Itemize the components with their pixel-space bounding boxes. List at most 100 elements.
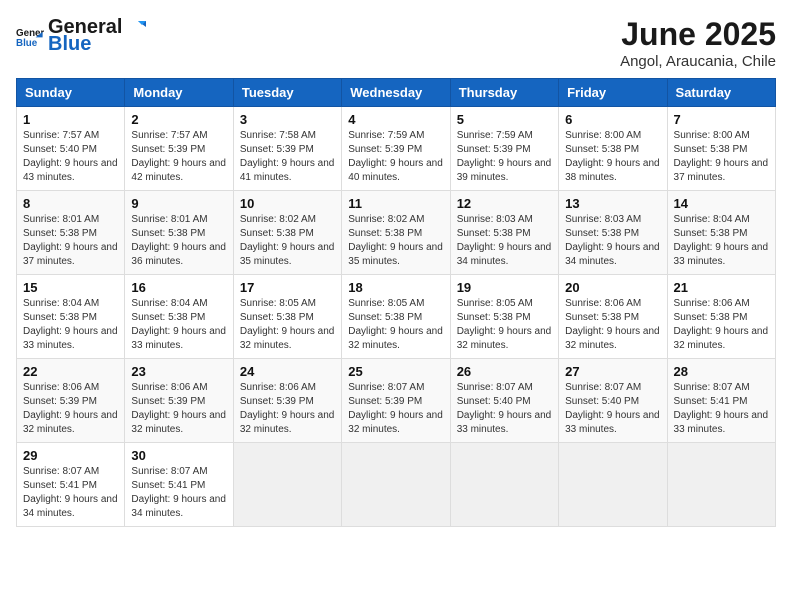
day-header-wednesday: Wednesday bbox=[342, 79, 450, 107]
day-info: Sunrise: 8:06 AM Sunset: 5:38 PM Dayligh… bbox=[674, 297, 769, 353]
day-info: Sunrise: 8:00 AM Sunset: 5:38 PM Dayligh… bbox=[565, 129, 660, 185]
calendar-subtitle: Angol, Araucania, Chile bbox=[620, 53, 776, 70]
day-info: Sunrise: 8:06 AM Sunset: 5:38 PM Dayligh… bbox=[565, 297, 660, 353]
calendar-week-1: 1 Sunrise: 7:57 AM Sunset: 5:40 PM Dayli… bbox=[17, 107, 776, 191]
day-info: Sunrise: 8:01 AM Sunset: 5:38 PM Dayligh… bbox=[131, 213, 226, 269]
calendar-cell: 14 Sunrise: 8:04 AM Sunset: 5:38 PM Dayl… bbox=[667, 191, 775, 275]
calendar-cell: 26 Sunrise: 8:07 AM Sunset: 5:40 PM Dayl… bbox=[450, 359, 558, 443]
calendar-header-row: SundayMondayTuesdayWednesdayThursdayFrid… bbox=[17, 79, 776, 107]
calendar-cell: 12 Sunrise: 8:03 AM Sunset: 5:38 PM Dayl… bbox=[450, 191, 558, 275]
day-info: Sunrise: 8:05 AM Sunset: 5:38 PM Dayligh… bbox=[240, 297, 335, 353]
calendar-week-5: 29 Sunrise: 8:07 AM Sunset: 5:41 PM Dayl… bbox=[17, 443, 776, 527]
day-number: 12 bbox=[457, 196, 552, 211]
day-number: 14 bbox=[674, 196, 769, 211]
calendar-table: SundayMondayTuesdayWednesdayThursdayFrid… bbox=[16, 78, 776, 527]
day-header-friday: Friday bbox=[559, 79, 667, 107]
calendar-cell: 3 Sunrise: 7:58 AM Sunset: 5:39 PM Dayli… bbox=[233, 107, 341, 191]
day-info: Sunrise: 8:04 AM Sunset: 5:38 PM Dayligh… bbox=[674, 213, 769, 269]
day-info: Sunrise: 8:02 AM Sunset: 5:38 PM Dayligh… bbox=[348, 213, 443, 269]
day-number: 30 bbox=[131, 448, 226, 463]
calendar-cell: 7 Sunrise: 8:00 AM Sunset: 5:38 PM Dayli… bbox=[667, 107, 775, 191]
calendar-cell: 10 Sunrise: 8:02 AM Sunset: 5:38 PM Dayl… bbox=[233, 191, 341, 275]
calendar-cell: 18 Sunrise: 8:05 AM Sunset: 5:38 PM Dayl… bbox=[342, 275, 450, 359]
day-header-sunday: Sunday bbox=[17, 79, 125, 107]
calendar-cell: 23 Sunrise: 8:06 AM Sunset: 5:39 PM Dayl… bbox=[125, 359, 233, 443]
day-number: 9 bbox=[131, 196, 226, 211]
day-header-thursday: Thursday bbox=[450, 79, 558, 107]
calendar-cell: 1 Sunrise: 7:57 AM Sunset: 5:40 PM Dayli… bbox=[17, 107, 125, 191]
day-number: 10 bbox=[240, 196, 335, 211]
day-number: 17 bbox=[240, 280, 335, 295]
day-info: Sunrise: 8:07 AM Sunset: 5:41 PM Dayligh… bbox=[23, 465, 118, 521]
day-number: 18 bbox=[348, 280, 443, 295]
day-info: Sunrise: 8:03 AM Sunset: 5:38 PM Dayligh… bbox=[565, 213, 660, 269]
logo-bird-icon bbox=[124, 17, 146, 39]
calendar-cell: 13 Sunrise: 8:03 AM Sunset: 5:38 PM Dayl… bbox=[559, 191, 667, 275]
calendar-cell: 17 Sunrise: 8:05 AM Sunset: 5:38 PM Dayl… bbox=[233, 275, 341, 359]
day-header-saturday: Saturday bbox=[667, 79, 775, 107]
day-info: Sunrise: 7:59 AM Sunset: 5:39 PM Dayligh… bbox=[348, 129, 443, 185]
day-info: Sunrise: 8:01 AM Sunset: 5:38 PM Dayligh… bbox=[23, 213, 118, 269]
day-number: 2 bbox=[131, 112, 226, 127]
day-header-monday: Monday bbox=[125, 79, 233, 107]
calendar-cell: 4 Sunrise: 7:59 AM Sunset: 5:39 PM Dayli… bbox=[342, 107, 450, 191]
calendar-cell: 27 Sunrise: 8:07 AM Sunset: 5:40 PM Dayl… bbox=[559, 359, 667, 443]
day-info: Sunrise: 7:57 AM Sunset: 5:40 PM Dayligh… bbox=[23, 129, 118, 185]
day-number: 11 bbox=[348, 196, 443, 211]
day-info: Sunrise: 7:58 AM Sunset: 5:39 PM Dayligh… bbox=[240, 129, 335, 185]
calendar-cell bbox=[667, 443, 775, 527]
calendar-cell: 9 Sunrise: 8:01 AM Sunset: 5:38 PM Dayli… bbox=[125, 191, 233, 275]
day-number: 28 bbox=[674, 364, 769, 379]
day-info: Sunrise: 8:06 AM Sunset: 5:39 PM Dayligh… bbox=[240, 381, 335, 437]
svg-text:Blue: Blue bbox=[16, 38, 38, 49]
day-info: Sunrise: 8:07 AM Sunset: 5:40 PM Dayligh… bbox=[457, 381, 552, 437]
day-info: Sunrise: 7:57 AM Sunset: 5:39 PM Dayligh… bbox=[131, 129, 226, 185]
day-number: 20 bbox=[565, 280, 660, 295]
day-number: 16 bbox=[131, 280, 226, 295]
day-number: 5 bbox=[457, 112, 552, 127]
calendar-week-3: 15 Sunrise: 8:04 AM Sunset: 5:38 PM Dayl… bbox=[17, 275, 776, 359]
logo-icon: General Blue bbox=[16, 22, 44, 50]
day-number: 6 bbox=[565, 112, 660, 127]
title-area: June 2025 Angol, Araucania, Chile bbox=[620, 16, 776, 70]
day-number: 27 bbox=[565, 364, 660, 379]
day-info: Sunrise: 8:06 AM Sunset: 5:39 PM Dayligh… bbox=[23, 381, 118, 437]
calendar-cell: 29 Sunrise: 8:07 AM Sunset: 5:41 PM Dayl… bbox=[17, 443, 125, 527]
day-info: Sunrise: 7:59 AM Sunset: 5:39 PM Dayligh… bbox=[457, 129, 552, 185]
calendar-cell: 15 Sunrise: 8:04 AM Sunset: 5:38 PM Dayl… bbox=[17, 275, 125, 359]
calendar-cell: 19 Sunrise: 8:05 AM Sunset: 5:38 PM Dayl… bbox=[450, 275, 558, 359]
logo: General Blue General Blue bbox=[16, 16, 146, 56]
day-info: Sunrise: 8:04 AM Sunset: 5:38 PM Dayligh… bbox=[131, 297, 226, 353]
day-number: 1 bbox=[23, 112, 118, 127]
day-info: Sunrise: 8:07 AM Sunset: 5:40 PM Dayligh… bbox=[565, 381, 660, 437]
day-number: 22 bbox=[23, 364, 118, 379]
calendar-cell: 8 Sunrise: 8:01 AM Sunset: 5:38 PM Dayli… bbox=[17, 191, 125, 275]
day-number: 8 bbox=[23, 196, 118, 211]
calendar-cell: 6 Sunrise: 8:00 AM Sunset: 5:38 PM Dayli… bbox=[559, 107, 667, 191]
day-info: Sunrise: 8:06 AM Sunset: 5:39 PM Dayligh… bbox=[131, 381, 226, 437]
day-info: Sunrise: 8:07 AM Sunset: 5:41 PM Dayligh… bbox=[131, 465, 226, 521]
calendar-cell: 24 Sunrise: 8:06 AM Sunset: 5:39 PM Dayl… bbox=[233, 359, 341, 443]
day-info: Sunrise: 8:05 AM Sunset: 5:38 PM Dayligh… bbox=[457, 297, 552, 353]
day-info: Sunrise: 8:05 AM Sunset: 5:38 PM Dayligh… bbox=[348, 297, 443, 353]
day-number: 23 bbox=[131, 364, 226, 379]
calendar-week-4: 22 Sunrise: 8:06 AM Sunset: 5:39 PM Dayl… bbox=[17, 359, 776, 443]
calendar-cell bbox=[233, 443, 341, 527]
day-number: 4 bbox=[348, 112, 443, 127]
day-info: Sunrise: 8:02 AM Sunset: 5:38 PM Dayligh… bbox=[240, 213, 335, 269]
calendar-cell: 2 Sunrise: 7:57 AM Sunset: 5:39 PM Dayli… bbox=[125, 107, 233, 191]
day-number: 15 bbox=[23, 280, 118, 295]
day-number: 29 bbox=[23, 448, 118, 463]
calendar-cell: 16 Sunrise: 8:04 AM Sunset: 5:38 PM Dayl… bbox=[125, 275, 233, 359]
day-header-tuesday: Tuesday bbox=[233, 79, 341, 107]
day-number: 19 bbox=[457, 280, 552, 295]
calendar-cell bbox=[342, 443, 450, 527]
calendar-cell: 28 Sunrise: 8:07 AM Sunset: 5:41 PM Dayl… bbox=[667, 359, 775, 443]
calendar-cell: 11 Sunrise: 8:02 AM Sunset: 5:38 PM Dayl… bbox=[342, 191, 450, 275]
day-number: 26 bbox=[457, 364, 552, 379]
day-number: 24 bbox=[240, 364, 335, 379]
day-number: 7 bbox=[674, 112, 769, 127]
calendar-cell: 22 Sunrise: 8:06 AM Sunset: 5:39 PM Dayl… bbox=[17, 359, 125, 443]
calendar-cell bbox=[450, 443, 558, 527]
calendar-title: June 2025 bbox=[620, 16, 776, 53]
